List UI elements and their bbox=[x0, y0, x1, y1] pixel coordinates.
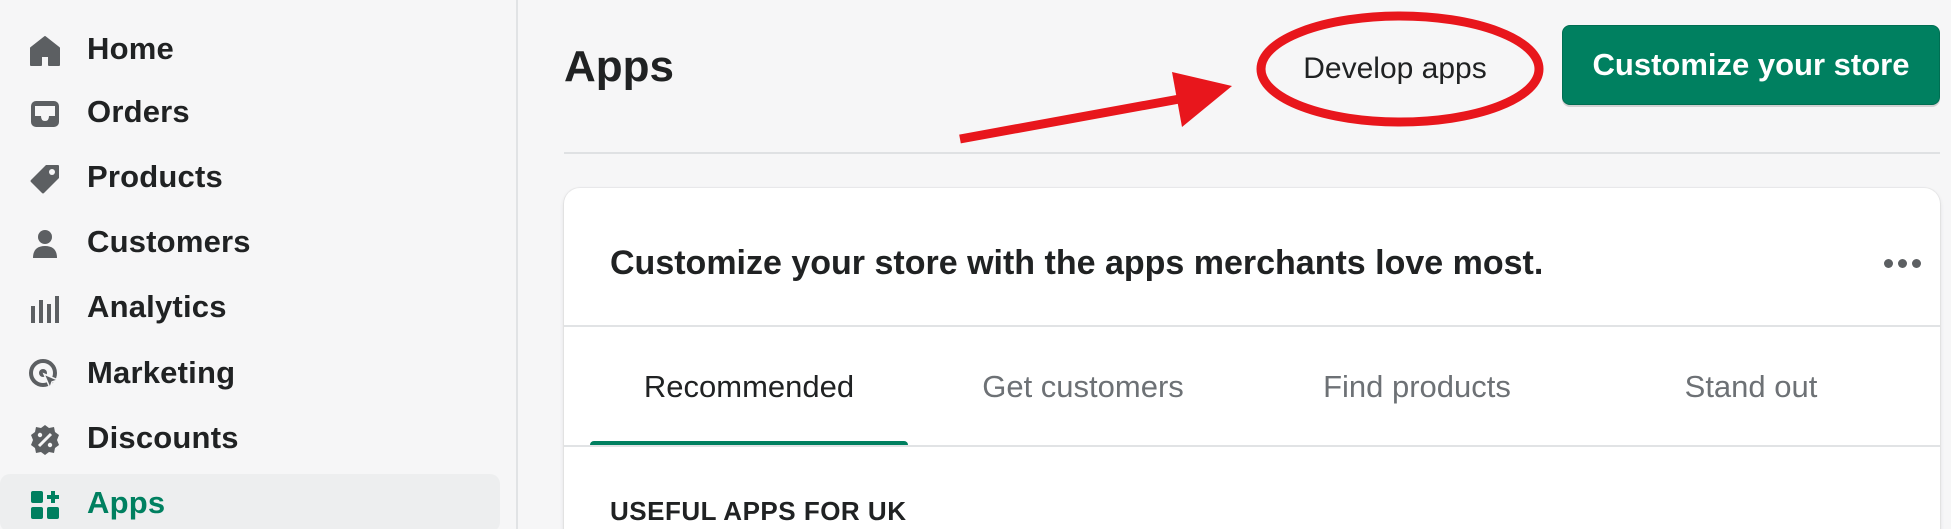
recommendations-card: Customize your store with the apps merch… bbox=[564, 188, 1940, 529]
tab-stand-out[interactable]: Stand out bbox=[1592, 327, 1910, 447]
sidebar-item-label: Orders bbox=[87, 94, 190, 129]
card-title: Customize your store with the apps merch… bbox=[610, 244, 1544, 282]
sidebar-item-customers[interactable]: Customers bbox=[0, 213, 500, 271]
sidebar-item-apps[interactable]: Apps bbox=[0, 474, 500, 529]
more-horizontal-icon[interactable] bbox=[1878, 248, 1926, 278]
sidebar-item-discounts[interactable]: Discounts bbox=[0, 409, 500, 467]
sidebar-item-label: Discounts bbox=[87, 420, 239, 455]
sidebar-item-analytics[interactable]: Analytics bbox=[0, 278, 500, 336]
sidebar-item-products[interactable]: Products bbox=[0, 148, 500, 206]
app-page: Home Orders Products Customers Analytics bbox=[0, 0, 1951, 529]
tabs-divider bbox=[564, 445, 1940, 447]
tab-label: Find products bbox=[1323, 369, 1511, 404]
discount-badge-icon bbox=[28, 423, 62, 457]
sidebar-item-label: Analytics bbox=[87, 289, 227, 324]
sidebar-item-label: Home bbox=[87, 31, 174, 66]
bar-chart-icon bbox=[28, 292, 62, 326]
tag-icon bbox=[28, 162, 62, 196]
sidebar-item-marketing[interactable]: Marketing bbox=[0, 344, 500, 402]
sidebar-nav: Home Orders Products Customers Analytics bbox=[0, 0, 518, 529]
tab-find-products[interactable]: Find products bbox=[1258, 327, 1576, 447]
tab-get-customers[interactable]: Get customers bbox=[924, 327, 1242, 447]
section-heading: USEFUL APPS FOR UK bbox=[610, 496, 907, 526]
person-icon bbox=[28, 227, 62, 261]
main-content: Apps Develop apps Customize your store C… bbox=[520, 0, 1951, 529]
page-title: Apps bbox=[564, 42, 674, 91]
tab-label: Get customers bbox=[982, 369, 1184, 404]
sidebar-item-label: Products bbox=[87, 159, 223, 194]
header-divider bbox=[564, 152, 1940, 154]
sidebar-item-label: Marketing bbox=[87, 355, 236, 390]
tab-recommended[interactable]: Recommended bbox=[590, 327, 908, 447]
category-tabs: Recommended Get customers Find products … bbox=[590, 327, 1926, 447]
tab-label: Recommended bbox=[643, 369, 855, 404]
sidebar-item-label: Apps bbox=[87, 485, 166, 520]
orders-inbox-icon bbox=[28, 97, 62, 131]
apps-grid-plus-icon bbox=[28, 488, 62, 522]
sidebar-item-orders[interactable]: Orders bbox=[0, 83, 500, 141]
customize-store-button[interactable]: Customize your store bbox=[1562, 25, 1940, 105]
home-icon bbox=[28, 34, 62, 68]
target-icon bbox=[28, 358, 62, 392]
sidebar-item-home[interactable]: Home bbox=[0, 20, 500, 78]
develop-apps-button[interactable]: Develop apps bbox=[1280, 34, 1510, 104]
tab-label: Stand out bbox=[1684, 369, 1818, 404]
sidebar-item-label: Customers bbox=[87, 224, 251, 259]
